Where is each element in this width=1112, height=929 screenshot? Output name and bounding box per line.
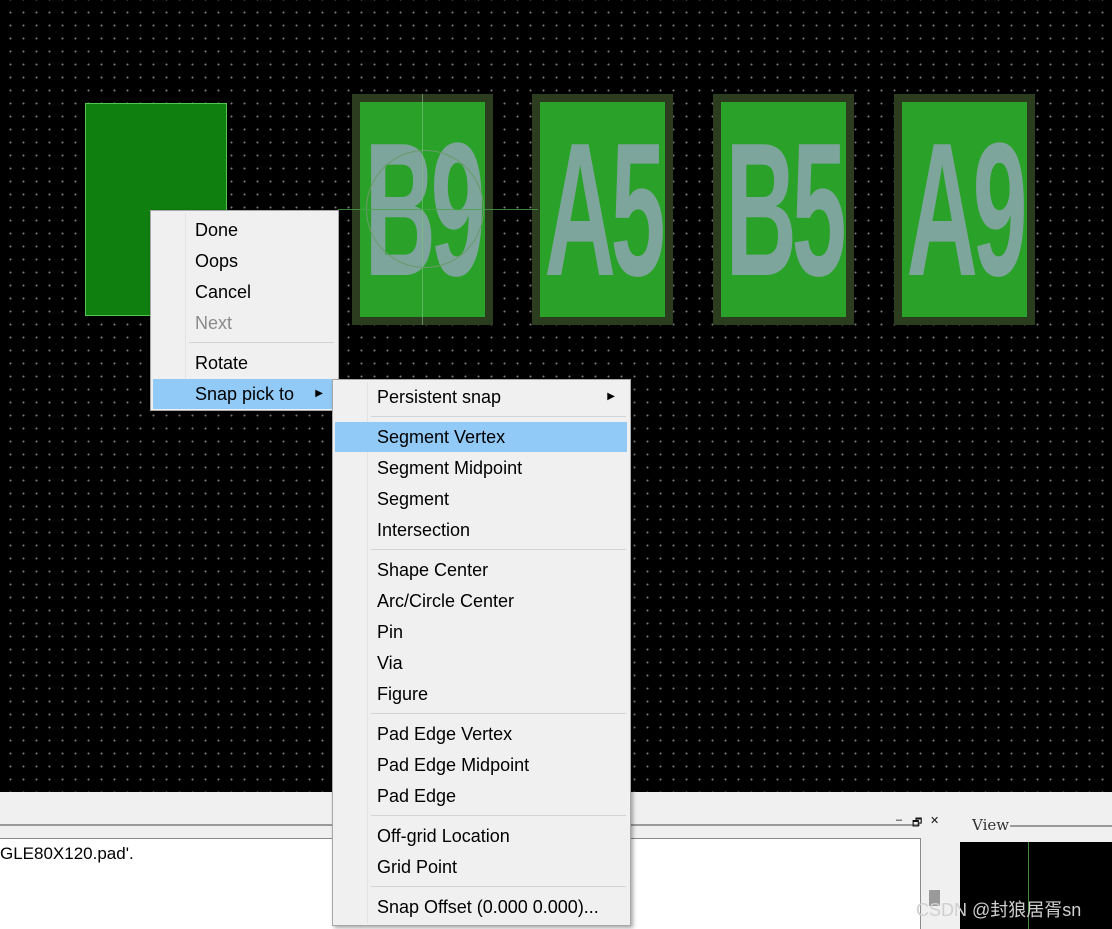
pad-label: B5 bbox=[725, 103, 846, 316]
watermark-text: CSDN @封狼居胥sn bbox=[916, 900, 1082, 920]
menu-item-label: Pad Edge bbox=[377, 786, 457, 806]
menu-separator bbox=[371, 713, 626, 714]
pad-b5[interactable]: B5 bbox=[713, 94, 854, 325]
menu-item-cancel[interactable]: Cancel bbox=[153, 277, 335, 307]
menu-item-label: Cancel bbox=[195, 282, 252, 302]
context-menu: Done Oops Cancel Next Rotate Snap pick t… bbox=[150, 210, 339, 411]
menu-item-label: Segment bbox=[377, 489, 450, 509]
menu-item-label: Arc/Circle Center bbox=[377, 591, 515, 611]
minimize-icon[interactable]: – bbox=[896, 814, 902, 826]
menu-item-label: Pad Edge Midpoint bbox=[377, 755, 530, 775]
view-panel-rule bbox=[1010, 825, 1112, 827]
menu-item-label: Rotate bbox=[195, 353, 249, 373]
menu-item-done[interactable]: Done bbox=[153, 215, 335, 245]
menu-item-label: Intersection bbox=[377, 520, 471, 540]
menu-item-label: Persistent snap bbox=[377, 387, 502, 407]
menu-item-label: Next bbox=[195, 313, 233, 333]
menu-item-snap-pick-to[interactable]: Snap pick to ▶ bbox=[153, 379, 335, 409]
pad-label: A9 bbox=[906, 103, 1027, 316]
menu-item-via[interactable]: Via bbox=[335, 648, 627, 678]
menu-separator bbox=[371, 815, 626, 816]
menu-item-label: Via bbox=[377, 653, 403, 673]
menu-item-pad-edge[interactable]: Pad Edge bbox=[335, 781, 627, 811]
menu-item-label: Done bbox=[195, 220, 239, 240]
menu-item-pin[interactable]: Pin bbox=[335, 617, 627, 647]
menu-item-oops[interactable]: Oops bbox=[153, 246, 335, 276]
menu-item-segment-midpoint[interactable]: Segment Midpoint bbox=[335, 453, 627, 483]
menu-separator bbox=[371, 416, 626, 417]
menu-item-segment[interactable]: Segment bbox=[335, 484, 627, 514]
menu-item-label: Figure bbox=[377, 684, 429, 704]
menu-item-label: Grid Point bbox=[377, 857, 458, 877]
pad-a9[interactable]: A9 bbox=[894, 94, 1035, 325]
snap-submenu: Persistent snap ▶ Segment Vertex Segment … bbox=[332, 379, 631, 926]
menu-item-label: Segment Midpoint bbox=[377, 458, 523, 478]
menu-item-label: Oops bbox=[195, 251, 239, 271]
restore-icon[interactable]: 🗗 bbox=[912, 814, 922, 833]
menu-item-arc-circle-center[interactable]: Arc/Circle Center bbox=[335, 586, 627, 616]
console-output-text: GLE80X120.pad'. bbox=[0, 844, 134, 863]
menu-item-snap-offset[interactable]: Snap Offset (0.000 0.000)... bbox=[335, 892, 627, 922]
menu-item-label: Pad Edge Vertex bbox=[377, 724, 513, 744]
menu-item-label: Shape Center bbox=[377, 560, 489, 580]
menu-item-shape-center[interactable]: Shape Center bbox=[335, 555, 627, 585]
menu-separator bbox=[371, 549, 626, 550]
menu-item-persistent-snap[interactable]: Persistent snap ▶ bbox=[335, 382, 627, 412]
close-icon[interactable]: ✕ bbox=[930, 814, 939, 827]
menu-item-intersection[interactable]: Intersection bbox=[335, 515, 627, 545]
view-panel-title: View bbox=[972, 816, 1010, 834]
cursor-crosshair-horizontal bbox=[338, 209, 538, 210]
menu-item-figure[interactable]: Figure bbox=[335, 679, 627, 709]
menu-item-label: Snap Offset (0.000 0.000)... bbox=[377, 897, 599, 917]
menu-item-label: Snap pick to bbox=[195, 384, 295, 404]
menu-item-label: Segment Vertex bbox=[377, 427, 506, 447]
submenu-arrow-icon: ▶ bbox=[607, 391, 615, 402]
menu-item-label: Off-grid Location bbox=[377, 826, 510, 846]
menu-separator bbox=[189, 342, 334, 343]
cursor-crosshair-vertical bbox=[422, 94, 423, 325]
pad-a5[interactable]: A5 bbox=[532, 94, 673, 325]
menu-item-label: Pin bbox=[377, 622, 404, 642]
submenu-arrow-icon: ▶ bbox=[315, 388, 323, 399]
menu-item-next[interactable]: Next bbox=[153, 308, 335, 338]
menu-item-grid-point[interactable]: Grid Point bbox=[335, 852, 627, 882]
menu-item-pad-edge-vertex[interactable]: Pad Edge Vertex bbox=[335, 719, 627, 749]
menu-item-rotate[interactable]: Rotate bbox=[153, 348, 335, 378]
menu-item-off-grid-location[interactable]: Off-grid Location bbox=[335, 821, 627, 851]
menu-item-segment-vertex[interactable]: Segment Vertex bbox=[335, 422, 627, 452]
menu-separator bbox=[371, 886, 626, 887]
pad-label: A5 bbox=[544, 103, 665, 316]
menu-item-pad-edge-midpoint[interactable]: Pad Edge Midpoint bbox=[335, 750, 627, 780]
